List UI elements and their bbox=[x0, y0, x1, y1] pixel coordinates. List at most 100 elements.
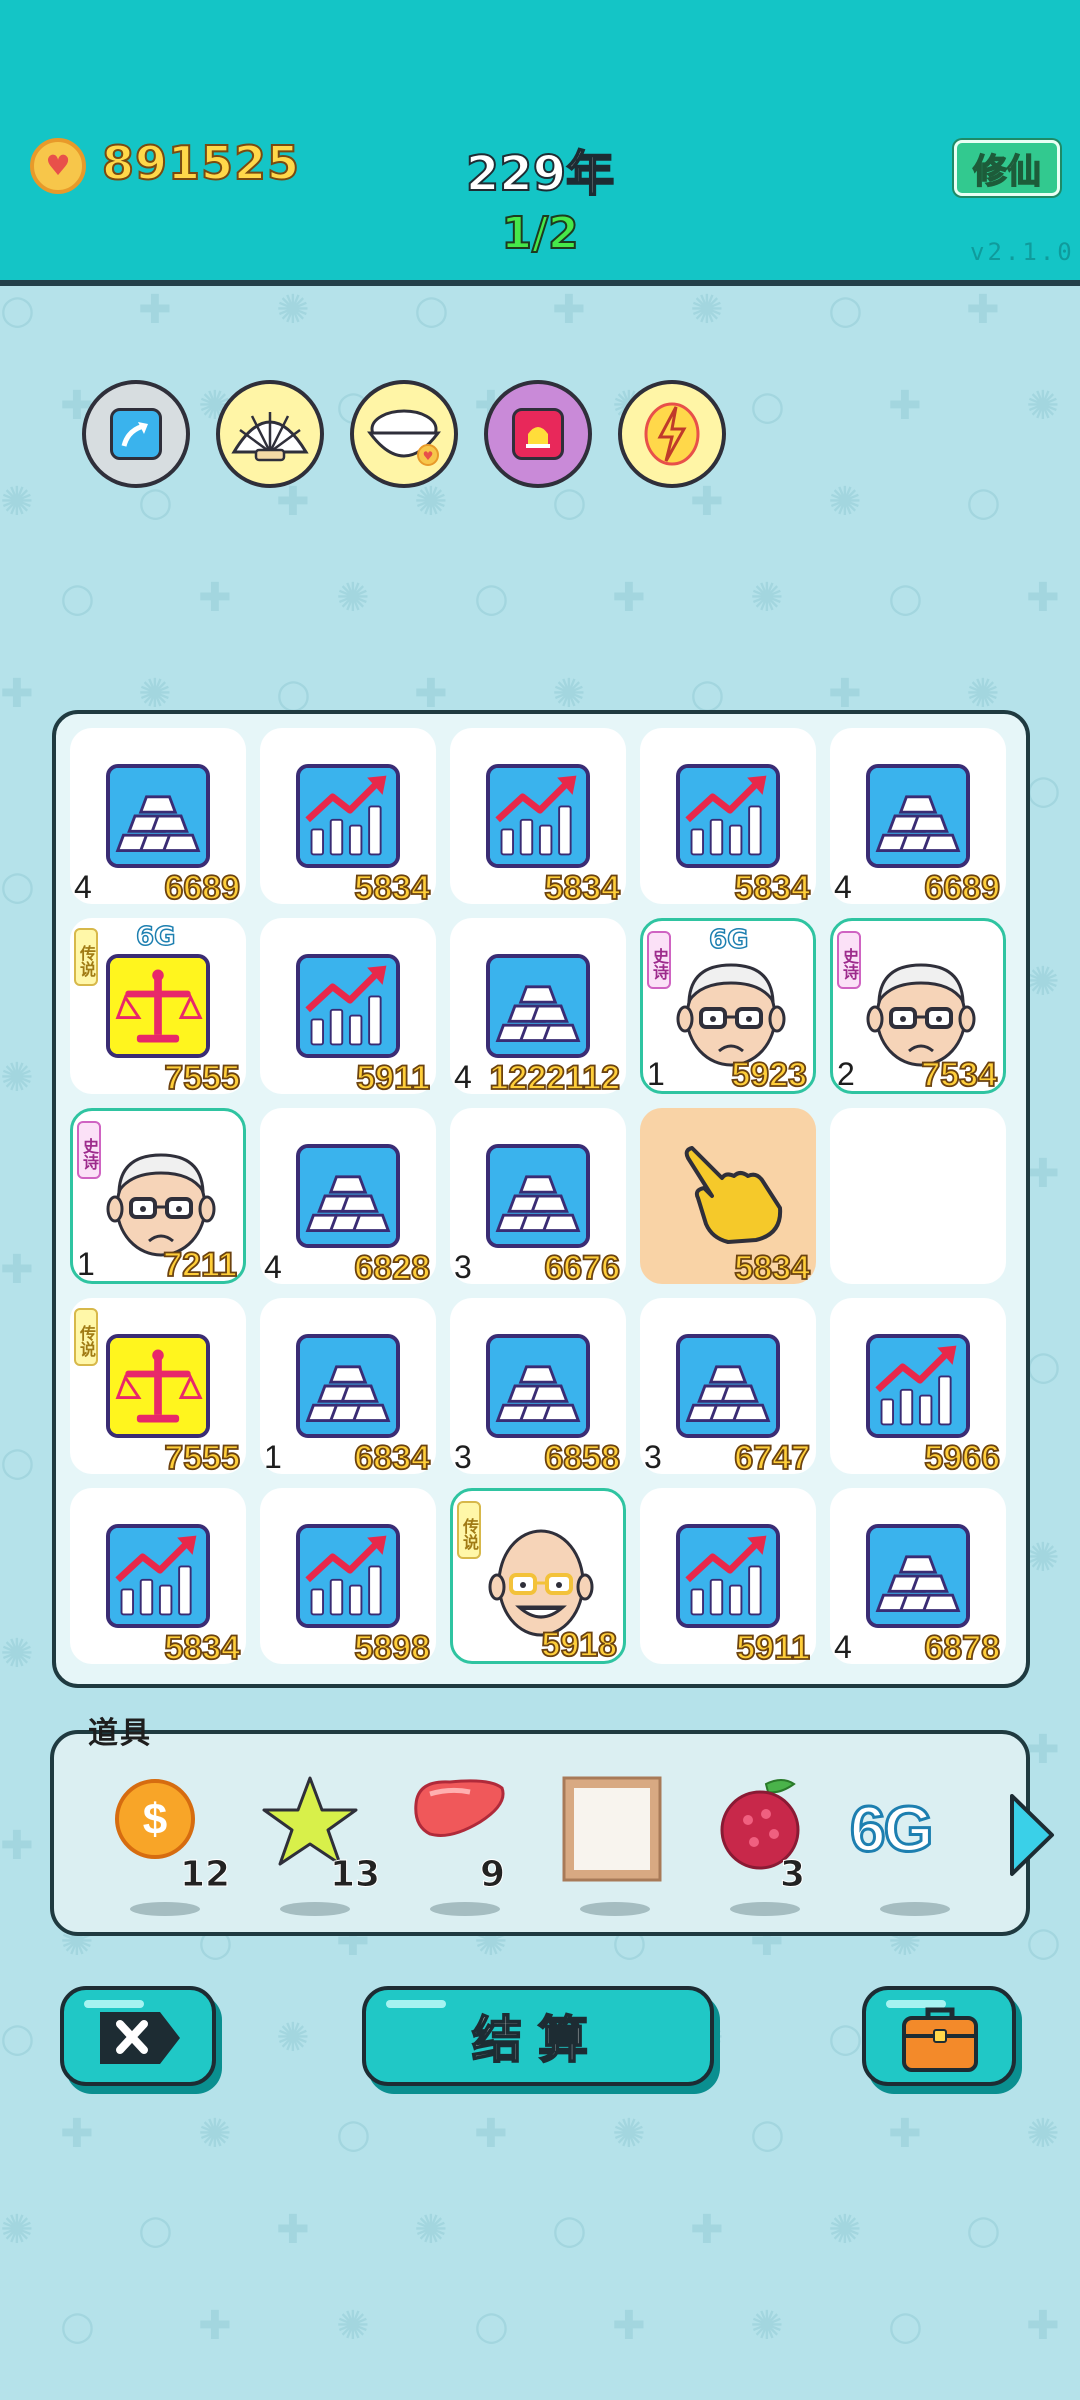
prop-shadow bbox=[280, 1902, 350, 1916]
lightning-icon bbox=[644, 402, 700, 466]
item-price: 5911 bbox=[355, 1058, 431, 1098]
item-price: 1222112 bbox=[489, 1058, 621, 1098]
pattern-decoration: ✚ bbox=[612, 575, 646, 621]
shell-skill[interactable] bbox=[216, 380, 324, 488]
board-cell[interactable]: 史诗 6G 1 5923 bbox=[640, 918, 816, 1095]
scroll-right-arrow-icon[interactable] bbox=[1004, 1790, 1060, 1880]
growth-chart-icon bbox=[676, 764, 780, 868]
6g-badge: 6G bbox=[135, 921, 176, 953]
exit-button[interactable] bbox=[60, 1986, 216, 2086]
pattern-decoration: ✚ bbox=[828, 671, 862, 717]
old-man-icon bbox=[101, 1143, 221, 1259]
pattern-decoration: ✚ bbox=[552, 290, 586, 333]
pattern-decoration: ✺ bbox=[552, 671, 586, 717]
pattern-decoration: ○ bbox=[474, 2303, 509, 2349]
board-cell[interactable] bbox=[830, 1108, 1006, 1284]
board-cell[interactable]: 5911 bbox=[640, 1488, 816, 1668]
board-cell[interactable]: 4 6878 bbox=[830, 1488, 1006, 1668]
board-cell[interactable]: 5834 bbox=[450, 728, 626, 908]
pattern-decoration: ✺ bbox=[0, 2207, 34, 2253]
pattern-decoration: ✺ bbox=[198, 2111, 232, 2157]
item-price: 5834 bbox=[543, 868, 620, 908]
board-cell[interactable]: 5834 bbox=[70, 1488, 246, 1668]
coin-icon: ♥ bbox=[30, 138, 86, 194]
pattern-decoration: ✚ bbox=[966, 290, 1000, 333]
game-board: 4 6689 5834 5834 5834 4 6689 传说 6G 7555 5911 4 12221… bbox=[52, 710, 1030, 1688]
prop-shadow bbox=[130, 1902, 200, 1916]
gold-bars-icon bbox=[486, 954, 590, 1058]
board-cell[interactable]: 传说 6G 7555 bbox=[70, 918, 246, 1098]
pattern-decoration: ✺ bbox=[276, 2015, 310, 2061]
rice-skill[interactable]: ♥ bbox=[350, 380, 458, 488]
prop-item[interactable]: 6G bbox=[848, 1774, 980, 1916]
item-price: 5918 bbox=[540, 1625, 617, 1665]
settle-button[interactable]: 结算 bbox=[362, 1986, 714, 2086]
upgrade-skill[interactable] bbox=[82, 380, 190, 488]
pattern-decoration: ✺ bbox=[1026, 1535, 1060, 1581]
item-level: 4 bbox=[74, 869, 92, 905]
board-cell[interactable]: 4 6828 bbox=[260, 1108, 436, 1288]
prop-count: 13 bbox=[329, 1854, 381, 1896]
board-cell[interactable]: 5911 bbox=[260, 918, 436, 1098]
board-cell[interactable]: 史诗 2 7534 bbox=[830, 918, 1006, 1095]
prop-item[interactable]: $12 bbox=[100, 1774, 231, 1916]
pattern-decoration: ✚ bbox=[0, 1247, 34, 1293]
pattern-decoration: ○ bbox=[414, 290, 449, 333]
board-cell[interactable]: 史诗 1 7211 bbox=[70, 1108, 246, 1285]
board-cell[interactable]: 4 6689 bbox=[830, 728, 1006, 908]
board-cell[interactable]: 3 6676 bbox=[450, 1108, 626, 1288]
button-shine bbox=[84, 2000, 144, 2008]
pattern-decoration: ✺ bbox=[828, 2207, 862, 2253]
board-cell[interactable]: 传说 7555 bbox=[70, 1298, 246, 1478]
gold-bars-icon bbox=[296, 1144, 400, 1248]
pattern-decoration: ✺ bbox=[612, 2111, 646, 2157]
item-price: 7555 bbox=[163, 1058, 240, 1098]
board-cell[interactable]: 1 6834 bbox=[260, 1298, 436, 1478]
item-level: 1 bbox=[647, 1056, 665, 1092]
prop-shadow bbox=[580, 1902, 650, 1916]
pattern-decoration: ✚ bbox=[888, 2111, 922, 2157]
board-cell[interactable]: 4 6689 bbox=[70, 728, 246, 908]
gold-bars-icon bbox=[486, 1334, 590, 1438]
pattern-decoration: ○ bbox=[276, 671, 311, 717]
growth-chart-icon bbox=[486, 764, 590, 868]
prop-item[interactable] bbox=[550, 1774, 680, 1916]
pattern-decoration: ✚ bbox=[198, 575, 232, 621]
item-price: 5834 bbox=[163, 1628, 240, 1668]
pattern-decoration: ○ bbox=[1026, 1343, 1061, 1389]
pattern-decoration: ○ bbox=[552, 479, 587, 525]
picture-frame-icon bbox=[560, 1774, 664, 1888]
props-label: 道具 bbox=[88, 1716, 152, 1751]
board-cell[interactable]: 5834 bbox=[640, 1108, 816, 1288]
board-cell[interactable]: 3 6858 bbox=[450, 1298, 626, 1478]
gold-bars-icon bbox=[486, 1144, 590, 1248]
pattern-decoration: ✚ bbox=[690, 479, 724, 525]
board-cell[interactable]: 5834 bbox=[640, 728, 816, 908]
item-price: 5923 bbox=[730, 1055, 807, 1095]
board-cell[interactable]: 5966 bbox=[830, 1298, 1006, 1478]
item-level: 3 bbox=[454, 1249, 472, 1285]
cultivate-button[interactable]: 修仙 bbox=[954, 140, 1060, 196]
board-cell[interactable]: 5898 bbox=[260, 1488, 436, 1668]
pattern-decoration: ✚ bbox=[612, 2303, 646, 2349]
prop-item[interactable]: 9 bbox=[400, 1774, 530, 1916]
prop-count: 12 bbox=[179, 1854, 231, 1896]
board-cell[interactable]: 3 6747 bbox=[640, 1298, 816, 1478]
item-price: 6878 bbox=[923, 1628, 1000, 1668]
board-cell[interactable]: 传说 5918 bbox=[450, 1488, 626, 1665]
pattern-decoration: ○ bbox=[60, 2303, 95, 2349]
item-level: 4 bbox=[834, 1629, 852, 1665]
item-price: 6858 bbox=[543, 1438, 620, 1478]
prop-item[interactable]: 3 bbox=[700, 1774, 830, 1916]
pattern-decoration: ✺ bbox=[0, 1055, 34, 1101]
alarm-skill[interactable] bbox=[484, 380, 592, 488]
pattern-decoration: ✚ bbox=[1026, 575, 1060, 621]
bag-button[interactable] bbox=[862, 1986, 1016, 2086]
prop-shadow bbox=[880, 1902, 950, 1916]
prop-item[interactable]: 13 bbox=[250, 1774, 381, 1916]
board-cell[interactable]: 5834 bbox=[260, 728, 436, 908]
board-cell[interactable]: 4 1222112 bbox=[450, 918, 626, 1098]
pattern-decoration: ✺ bbox=[414, 479, 448, 525]
lightning-skill[interactable] bbox=[618, 380, 726, 488]
item-price: 6747 bbox=[733, 1438, 810, 1478]
